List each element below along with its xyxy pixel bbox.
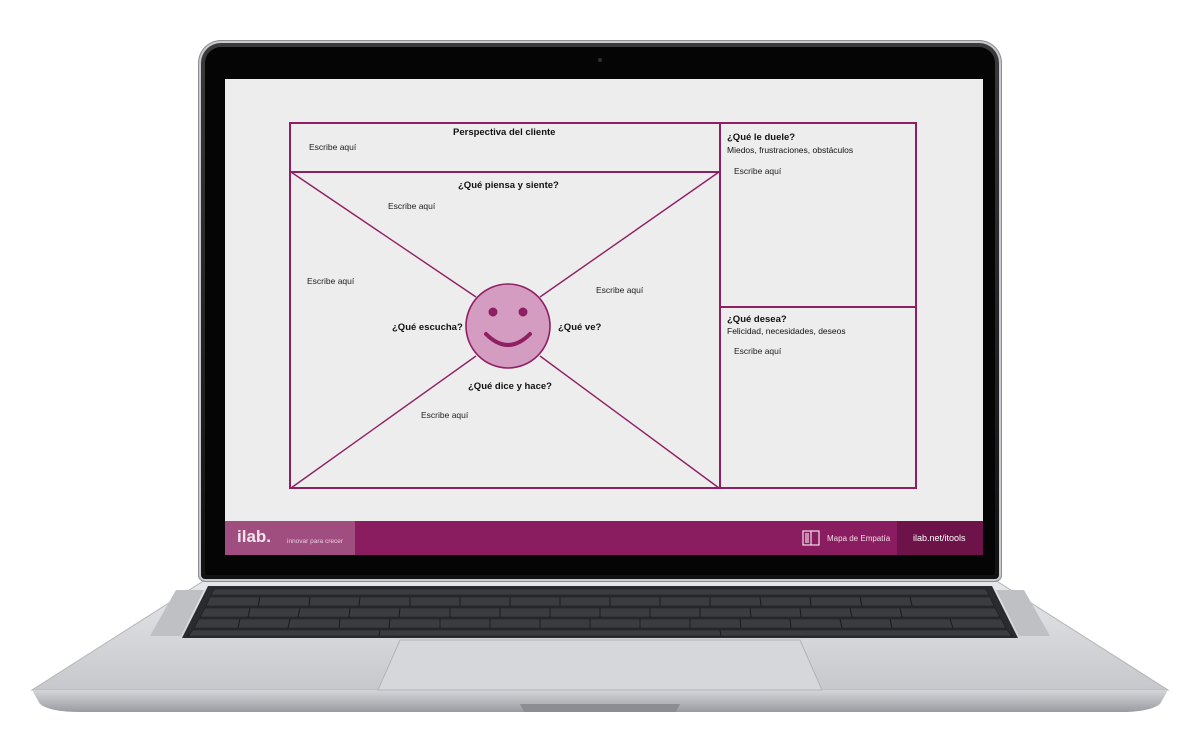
gains-title: ¿Qué desea? — [727, 314, 787, 325]
screen-bezel: Perspectiva del cliente Escribe aquí ¿Qu… — [205, 47, 995, 575]
thinks-placeholder[interactable]: Escribe aquí — [388, 201, 435, 211]
sees-title: ¿Qué ve? — [558, 322, 602, 333]
quadrant-lines — [290, 171, 720, 489]
pains-subtitle: Miedos, frustraciones, obstáculos — [727, 145, 854, 155]
sees-placeholder[interactable]: Escribe aquí — [596, 285, 643, 295]
footer-brand[interactable]: ilab. innovar para crecer — [225, 521, 355, 555]
footer-link[interactable]: ilab.net/itools — [897, 521, 983, 555]
screen: Perspectiva del cliente Escribe aquí ¿Qu… — [225, 79, 983, 555]
pains-title: ¿Qué le duele? — [727, 132, 796, 143]
map-name: Mapa de Empatía — [827, 534, 891, 543]
laptop-lid: Perspectiva del cliente Escribe aquí ¿Qu… — [199, 41, 1001, 581]
camera-icon — [598, 58, 602, 62]
book-icon — [802, 530, 820, 546]
empathy-map: Perspectiva del cliente Escribe aquí ¿Qu… — [225, 79, 983, 521]
pains-placeholder[interactable]: Escribe aquí — [734, 166, 781, 176]
perspective-placeholder[interactable]: Escribe aquí — [309, 142, 356, 152]
thinks-title: ¿Qué piensa y siente? — [458, 180, 559, 191]
perspective-title: Perspectiva del cliente — [453, 127, 556, 138]
ilab-logo: ilab. — [237, 527, 272, 546]
says-title: ¿Qué dice y hace? — [468, 381, 552, 392]
gains-subtitle: Felicidad, necesidades, deseos — [727, 326, 846, 336]
gains-placeholder[interactable]: Escribe aquí — [734, 346, 781, 356]
smiley-face-icon — [465, 283, 551, 369]
hears-placeholder[interactable]: Escribe aquí — [307, 276, 354, 286]
says-placeholder[interactable]: Escribe aquí — [421, 410, 468, 420]
hears-title: ¿Qué escucha? — [392, 322, 463, 333]
tagline: innovar para crecer — [287, 538, 343, 545]
url-link[interactable]: ilab.net/itools — [913, 533, 966, 543]
footer-bar: ilab. innovar para crecer Mapa de Empatí… — [225, 521, 983, 555]
